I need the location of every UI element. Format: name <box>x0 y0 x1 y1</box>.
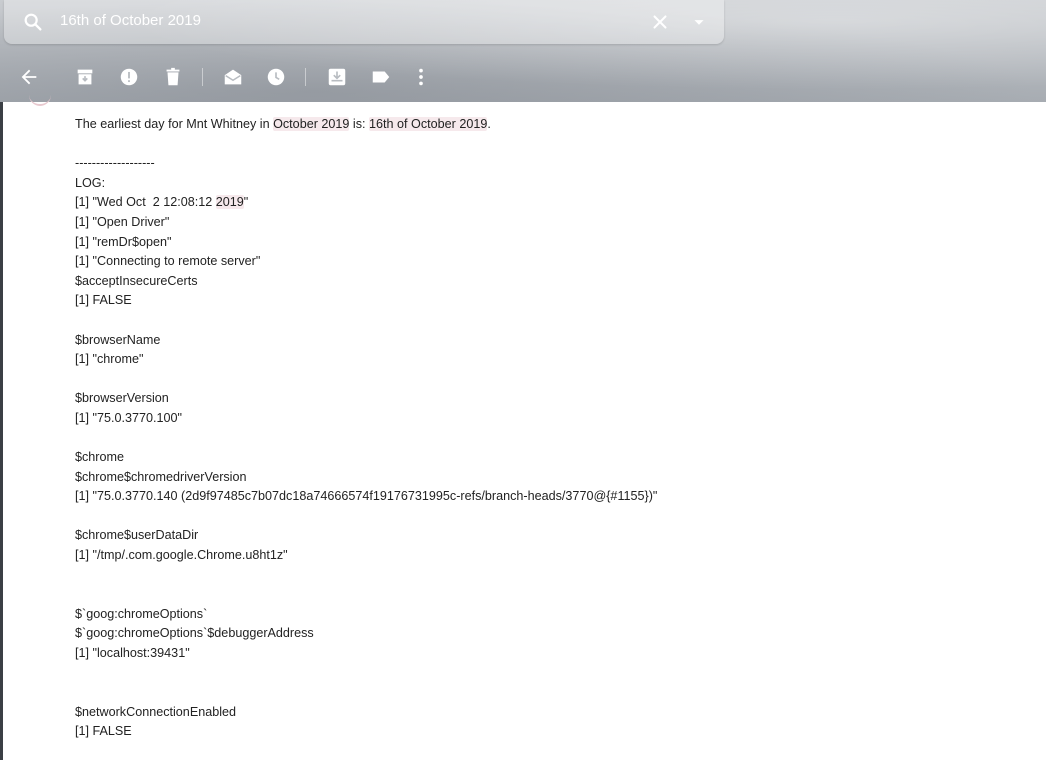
message-body: The earliest day for Mnt Whitney in Octo… <box>75 115 1025 742</box>
log-text: " <box>243 195 249 210</box>
summary-text: The earliest day for Mnt Whitney in <box>75 117 274 131</box>
log-line: $chrome$userDataDir <box>75 528 199 543</box>
search-icon[interactable] <box>22 11 44 33</box>
log-line: $networkConnectionEnabled <box>75 704 237 719</box>
mark-unread-icon[interactable] <box>222 66 244 88</box>
chevron-down-icon[interactable] <box>688 11 710 33</box>
log-line: $`goog:chromeOptions`$debuggerAddress <box>75 626 314 641</box>
log-line: $browserVersion <box>75 391 169 406</box>
archive-icon[interactable] <box>74 66 96 88</box>
log-line: [1] "remDr$open" <box>75 234 172 249</box>
message-toolbar <box>0 60 1046 96</box>
divider-line: ------------------- <box>75 156 155 171</box>
log-label: LOG: <box>75 175 106 190</box>
move-to-icon[interactable] <box>326 66 348 88</box>
log-line: [1] FALSE <box>75 293 132 308</box>
close-icon[interactable] <box>649 11 671 33</box>
log-line: $browserName <box>75 332 161 347</box>
avatar <box>29 88 51 106</box>
more-vert-icon[interactable] <box>410 66 432 88</box>
log-line: [1] "75.0.3770.140 (2d9f97485c7b07dc18a7… <box>75 489 658 504</box>
search-bar[interactable]: 16th of October 2019 <box>4 0 724 44</box>
log-line: [1] "Open Driver" <box>75 214 170 229</box>
log-text: [1] "Wed Oct 2 12:08:12 <box>75 195 216 210</box>
message-pane: The earliest day for Mnt Whitney in Octo… <box>0 102 1046 760</box>
log-line: $acceptInsecureCerts <box>75 273 198 288</box>
log-line: [1] "Connecting to remote server" <box>75 254 261 269</box>
search-input[interactable]: 16th of October 2019 <box>60 12 201 29</box>
log-line: [1] "localhost:39431" <box>75 646 190 661</box>
snooze-icon[interactable] <box>265 66 287 88</box>
log-line: $`goog:chromeOptions` <box>75 606 208 621</box>
gmail-header: 16th of October 2019 <box>0 0 1046 102</box>
log-line: $chrome <box>75 450 124 465</box>
delete-icon[interactable] <box>162 66 184 88</box>
log-line: [1] FALSE <box>75 724 132 739</box>
search-highlight: 2019 <box>215 195 244 210</box>
toolbar-divider <box>202 68 203 86</box>
log-line: [1] "Wed Oct 2 12:08:12 2019" <box>75 193 1025 213</box>
search-highlight: 16th of October 2019 <box>369 117 488 131</box>
log-line: $chrome$chromedriverVersion <box>75 469 247 484</box>
log-line: [1] "/tmp/.com.google.Chrome.u8ht1z" <box>75 548 288 563</box>
toolbar-divider <box>305 68 306 86</box>
report-spam-icon[interactable] <box>118 66 140 88</box>
back-arrow-icon[interactable] <box>18 66 40 88</box>
label-icon[interactable] <box>370 66 392 88</box>
log-line: [1] "75.0.3770.100" <box>75 410 182 425</box>
search-highlight: October 2019 <box>273 117 350 131</box>
summary-text: is: <box>349 117 370 131</box>
summary-text: . <box>487 117 491 131</box>
log-line: [1] "chrome" <box>75 352 144 367</box>
summary-line: The earliest day for Mnt Whitney in Octo… <box>75 115 1025 135</box>
